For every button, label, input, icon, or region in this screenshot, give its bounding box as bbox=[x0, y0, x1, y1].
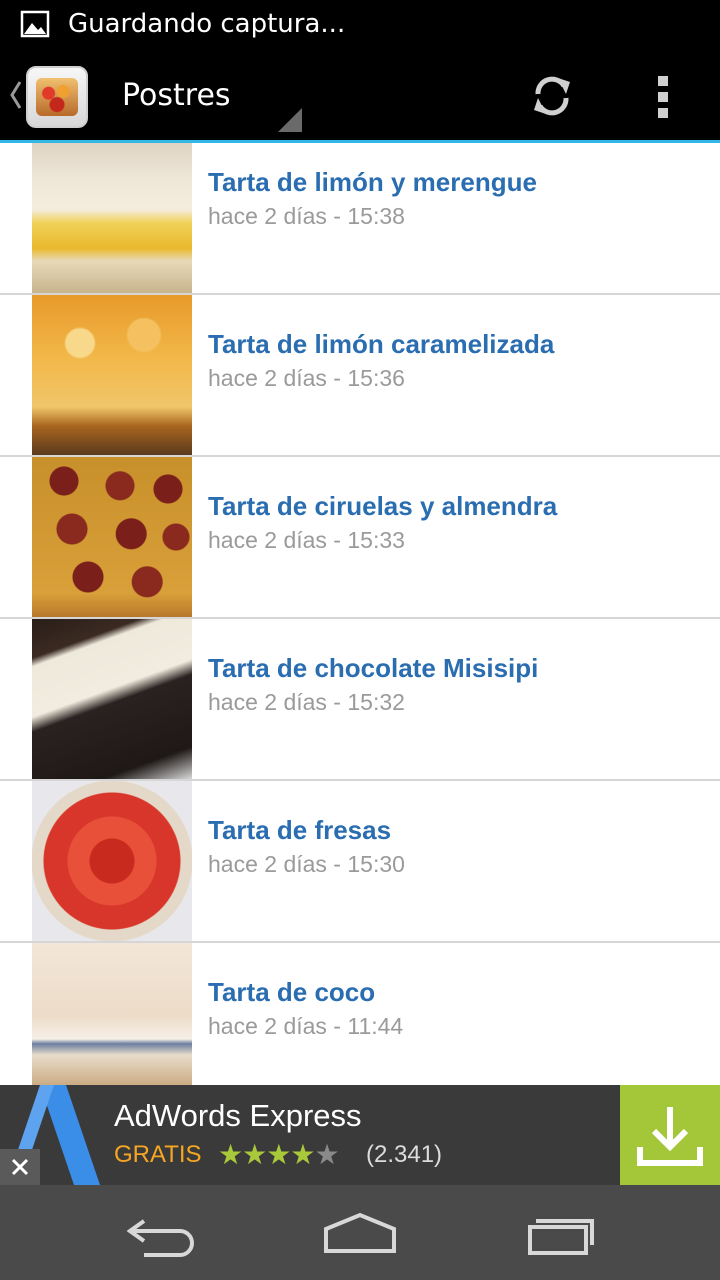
recipe-list[interactable]: Tarta de limón y merengue hace 2 días - … bbox=[0, 143, 720, 1085]
recents-icon[interactable] bbox=[520, 1209, 600, 1257]
recipe-date: hace 2 días - 15:36 bbox=[208, 365, 405, 391]
image-icon bbox=[20, 10, 50, 38]
more-vert-icon[interactable] bbox=[654, 74, 672, 120]
dropdown-indicator-icon[interactable] bbox=[278, 108, 302, 132]
rating-stars: ★★★★★ bbox=[218, 1138, 340, 1171]
action-bar: Postres bbox=[0, 48, 720, 142]
recipe-thumbnail bbox=[32, 457, 192, 617]
recipe-date: hace 2 días - 15:33 bbox=[208, 527, 405, 553]
install-button[interactable] bbox=[620, 1085, 720, 1185]
recipe-title[interactable]: Tarta de limón caramelizada bbox=[208, 327, 554, 361]
star-icon: ★ bbox=[218, 1138, 243, 1171]
back-icon[interactable] bbox=[120, 1209, 200, 1257]
recipe-thumbnail bbox=[32, 295, 192, 455]
list-item[interactable]: Tarta de limón y merengue hace 2 días - … bbox=[0, 143, 720, 295]
cake-icon[interactable] bbox=[26, 66, 88, 128]
chevron-left-icon[interactable] bbox=[6, 78, 26, 112]
recipe-title[interactable]: Tarta de chocolate Misisipi bbox=[208, 651, 538, 685]
list-item[interactable]: Tarta de fresas hace 2 días - 15:30 bbox=[0, 781, 720, 943]
recipe-date: hace 2 días - 15:38 bbox=[208, 203, 405, 229]
ad-price: GRATIS bbox=[114, 1141, 202, 1168]
ad-banner[interactable]: AdWords Express GRATIS ★★★★★ (2.341) bbox=[0, 1085, 720, 1185]
recipe-thumbnail bbox=[32, 619, 192, 779]
recipe-title[interactable]: Tarta de coco bbox=[208, 975, 375, 1009]
status-text: Guardando captura... bbox=[68, 9, 346, 39]
recipe-title[interactable]: Tarta de ciruelas y almendra bbox=[208, 489, 557, 523]
list-item[interactable]: Tarta de coco hace 2 días - 11:44 bbox=[0, 943, 720, 1085]
star-icon: ★ bbox=[266, 1138, 291, 1171]
navigation-bar bbox=[0, 1185, 720, 1280]
ad-title[interactable]: AdWords Express bbox=[114, 1097, 362, 1135]
home-icon[interactable] bbox=[320, 1209, 400, 1257]
close-icon[interactable] bbox=[0, 1149, 40, 1185]
review-count: (2.341) bbox=[366, 1141, 443, 1168]
download-icon bbox=[637, 1107, 703, 1166]
recipe-title[interactable]: Tarta de limón y merengue bbox=[208, 165, 537, 199]
recipe-date: hace 2 días - 15:30 bbox=[208, 851, 405, 877]
status-bar: Guardando captura... bbox=[0, 0, 720, 48]
recipe-thumbnail bbox=[32, 943, 192, 1085]
recipe-thumbnail bbox=[32, 781, 192, 941]
list-item[interactable]: Tarta de chocolate Misisipi hace 2 días … bbox=[0, 619, 720, 781]
star-icon: ★ bbox=[290, 1138, 315, 1171]
list-item[interactable]: Tarta de limón caramelizada hace 2 días … bbox=[0, 295, 720, 457]
page-title[interactable]: Postres bbox=[122, 76, 231, 116]
refresh-icon[interactable] bbox=[528, 72, 576, 120]
list-item[interactable]: Tarta de ciruelas y almendra hace 2 días… bbox=[0, 457, 720, 619]
star-icon: ★ bbox=[314, 1138, 339, 1171]
recipe-thumbnail bbox=[32, 143, 192, 293]
recipe-date: hace 2 días - 11:44 bbox=[208, 1013, 404, 1039]
recipe-title[interactable]: Tarta de fresas bbox=[208, 813, 391, 847]
recipe-date: hace 2 días - 15:32 bbox=[208, 689, 405, 715]
star-icon: ★ bbox=[242, 1138, 267, 1171]
